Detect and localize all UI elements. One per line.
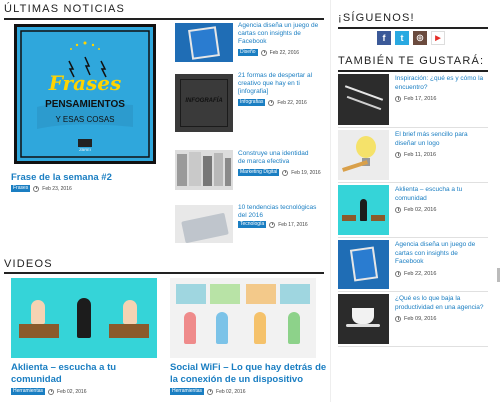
desk-left bbox=[19, 324, 59, 338]
related-title-2[interactable]: El brief más sencillo para diseñar un log… bbox=[395, 131, 468, 148]
clock-icon bbox=[395, 316, 401, 322]
video-title-2[interactable]: Social WiFi – Lo que hay detrás de la con… bbox=[170, 362, 326, 386]
playing-card bbox=[188, 26, 220, 60]
featured-title[interactable]: Frase de la semana #2 bbox=[11, 172, 112, 184]
section-rule bbox=[338, 70, 488, 72]
news-tag-4[interactable]: Tecnología bbox=[238, 221, 267, 228]
facebook-icon[interactable]: f bbox=[377, 31, 391, 45]
video-tag-2[interactable]: Herramientas bbox=[170, 388, 205, 395]
news-thumb-1[interactable] bbox=[175, 23, 233, 62]
section-rule bbox=[4, 18, 324, 20]
video-date-1: Feb 02, 2016 bbox=[57, 388, 87, 395]
news-thumb-3[interactable] bbox=[175, 150, 233, 190]
news-date-2: Feb 22, 2016 bbox=[277, 99, 307, 106]
news-meta-4: Tecnología Feb 17, 2016 bbox=[238, 221, 308, 228]
clock-icon bbox=[395, 271, 401, 277]
news-date-3: Feb 19, 2016 bbox=[291, 169, 321, 176]
news-thumb-2-text: INFOGRAFÍA bbox=[185, 98, 223, 104]
related-meta-2: Feb 11, 2016 bbox=[395, 152, 436, 158]
phone-shape bbox=[181, 212, 229, 243]
youtube-icon[interactable]: ▶ bbox=[431, 31, 445, 45]
video-tag-1[interactable]: Herramientas bbox=[11, 388, 46, 395]
clock-icon bbox=[260, 49, 267, 56]
related-meta-5: Feb 09, 2016 bbox=[395, 316, 436, 322]
clock-icon bbox=[395, 96, 401, 102]
related-title-5[interactable]: ¿Qué es lo que baja la productividad en u… bbox=[395, 295, 484, 312]
news-tag-2[interactable]: Infografias bbox=[238, 99, 266, 106]
section-rule bbox=[338, 27, 488, 29]
related-meta-3: Feb 02, 2016 bbox=[395, 207, 436, 213]
section-title-follow: ¡SÍGUENOS! bbox=[338, 12, 415, 24]
related-date-5: Feb 09, 2016 bbox=[404, 316, 437, 322]
featured-image-word3: Y ESAS COSAS bbox=[55, 115, 115, 124]
clock-icon bbox=[282, 169, 289, 176]
related-title-3[interactable]: Aklienta – escucha a tu comunidad bbox=[395, 186, 462, 203]
related-thumb-3[interactable] bbox=[338, 185, 389, 235]
featured-image-word1: Frases bbox=[48, 71, 122, 95]
person-center bbox=[77, 298, 91, 338]
featured-meta: Frases Feb 23, 2016 bbox=[11, 185, 72, 192]
related-thumb-4[interactable] bbox=[338, 240, 389, 289]
related-title-1[interactable]: Inspiración: ¿qué es y cómo la encuentro? bbox=[395, 75, 483, 92]
related-meta-1: Feb 17, 2016 bbox=[395, 96, 436, 102]
twitter-icon[interactable]: t bbox=[395, 31, 409, 45]
instagram-icon[interactable]: ◎ bbox=[413, 31, 427, 45]
lightbulb-icon bbox=[356, 136, 376, 158]
clock-icon bbox=[395, 152, 401, 158]
featured-tag[interactable]: Frases bbox=[11, 185, 31, 192]
related-date-2: Feb 11, 2016 bbox=[404, 152, 437, 158]
clock-icon bbox=[33, 185, 40, 192]
video-meta-1: Herramientas Feb 02, 2016 bbox=[11, 388, 86, 395]
column-separator bbox=[330, 0, 331, 402]
featured-date: Feb 23, 2016 bbox=[42, 185, 72, 192]
video-thumb-2[interactable] bbox=[170, 278, 316, 358]
related-date-3: Feb 02, 2016 bbox=[404, 207, 437, 213]
news-meta-1: Diseño Feb 22, 2016 bbox=[238, 49, 299, 56]
featured-image[interactable]: Frases PENSAMIENTOS Y ESAS COSAS ZBREI bbox=[14, 24, 156, 164]
related-title-4[interactable]: Agencia diseña un juego de cartas con ins… bbox=[395, 241, 475, 267]
clock-icon bbox=[268, 99, 275, 106]
clock-icon bbox=[207, 388, 214, 395]
news-thumb-2[interactable]: INFOGRAFÍA bbox=[175, 74, 233, 132]
clock-icon bbox=[395, 207, 401, 213]
section-title-related: TAMBIÉN TE GUSTARÁ: bbox=[338, 55, 485, 67]
related-date-4: Feb 22, 2016 bbox=[404, 271, 437, 277]
section-rule bbox=[4, 272, 324, 274]
featured-image-brand: ZBREI bbox=[79, 147, 91, 152]
related-thumb-2[interactable] bbox=[338, 130, 389, 180]
news-title-2[interactable]: 21 formas de despertar al creativo que ha… bbox=[238, 72, 312, 96]
clock-icon bbox=[48, 388, 55, 395]
video-meta-2: Herramientas Feb 02, 2016 bbox=[170, 388, 245, 395]
featured-image-word2: PENSAMIENTOS bbox=[45, 99, 125, 110]
news-meta-3: Marketing Digital Feb 19, 2016 bbox=[238, 169, 321, 176]
news-date-1: Feb 22, 2016 bbox=[269, 49, 300, 56]
news-title-1[interactable]: Agencia diseña un juego de cartas con ins… bbox=[238, 22, 318, 46]
related-thumb-1[interactable] bbox=[338, 74, 389, 125]
news-tag-3[interactable]: Marketing Digital bbox=[238, 169, 280, 176]
news-meta-2: Infografias Feb 22, 2016 bbox=[238, 99, 307, 106]
desk-right bbox=[109, 324, 149, 338]
related-date-1: Feb 17, 2016 bbox=[404, 96, 437, 102]
related-thumb-5[interactable] bbox=[338, 294, 389, 344]
related-meta-4: Feb 22, 2016 bbox=[395, 271, 436, 277]
news-tag-1[interactable]: Diseño bbox=[238, 49, 258, 56]
news-date-4: Feb 17, 2016 bbox=[278, 221, 308, 228]
news-title-3[interactable]: Construye una identidad de marca efectiva bbox=[238, 150, 308, 166]
news-title-4[interactable]: 10 tendencias tecnológicas del 2016 bbox=[238, 204, 316, 220]
playing-card bbox=[349, 246, 379, 282]
section-title-videos: VIDEOS bbox=[4, 258, 53, 270]
news-thumb-4[interactable] bbox=[175, 205, 233, 243]
section-title-news: ÚLTIMAS NOTICIAS bbox=[4, 3, 126, 15]
video-date-2: Feb 02, 2016 bbox=[216, 388, 246, 395]
clock-icon bbox=[269, 221, 276, 228]
video-thumb-1[interactable] bbox=[11, 278, 157, 358]
video-title-1[interactable]: Aklienta – escucha a tu comunidad bbox=[11, 362, 116, 386]
coffee-cup-icon bbox=[352, 308, 374, 324]
